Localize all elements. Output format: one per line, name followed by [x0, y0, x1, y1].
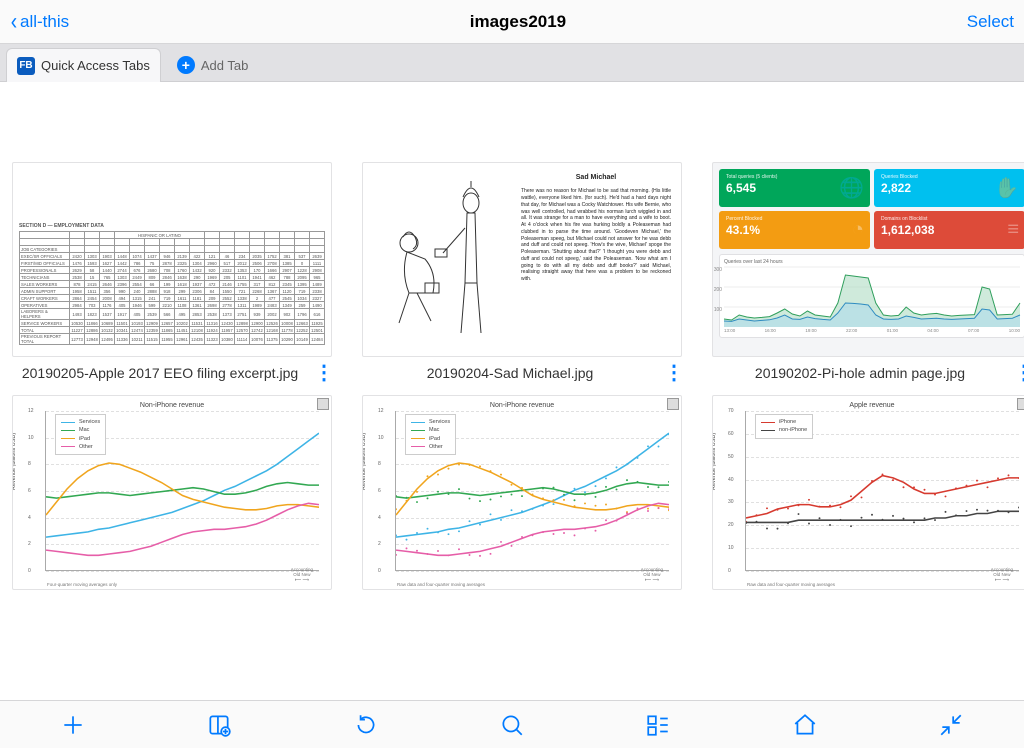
file-cell: Non-iPhone revenueRevenue (billions USD)… [8, 395, 336, 590]
chart-legend: ServicesMaciPadOther [405, 414, 456, 455]
home-button[interactable] [792, 712, 818, 738]
illustration [373, 173, 513, 343]
chart-legend: iPhonenon-iPhone [755, 414, 813, 439]
file-thumbnail[interactable]: Sad Michael There was no reason for Mich… [362, 162, 682, 357]
file-cell: Total queries (5 clients)6,545🌐Queries B… [708, 162, 1024, 381]
chevron-left-icon: ‹ [11, 10, 17, 34]
story-title: Sad Michael [521, 173, 671, 182]
file-thumbnail[interactable]: Non-iPhone revenueRevenue (billions USD)… [362, 395, 682, 590]
sort-button[interactable] [645, 712, 671, 738]
more-actions-button[interactable]: ⋮ [312, 369, 336, 377]
stat-card: Total queries (5 clients)6,545🌐 [719, 169, 870, 207]
add-tab-button[interactable]: + Add Tab [167, 48, 258, 82]
back-button[interactable]: ‹ all-this [10, 10, 69, 34]
pihole-chart: Queries over last 24 hours 300200100 13:… [719, 254, 1024, 338]
pihole-chart-title: Queries over last 24 hours [724, 259, 1020, 265]
pihole-cards: Total queries (5 clients)6,545🌐Queries B… [719, 169, 1024, 249]
pihole-xticks: 13:0016:0019:0022:0001:0004:0007:0010:00 [724, 328, 1020, 333]
svg-text:200: 200 [714, 287, 722, 293]
eeo-table: HISPANIC OR LATINOJOB CATEGORIESEXEC/SR … [19, 231, 325, 345]
bookmarks-button[interactable] [206, 712, 232, 738]
tab-quick-access[interactable]: FB Quick Access Tabs [6, 48, 161, 82]
back-label: all-this [20, 12, 69, 32]
stat-card: Domains on Blocklist1,612,038≡ [874, 211, 1024, 249]
file-name: 20190202-Pi-hole admin page.jpg [708, 365, 1012, 381]
file-thumbnail[interactable]: SECTION D — EMPLOYMENT DATA HISPANIC OR … [12, 162, 332, 357]
plus-circle-icon: + [177, 56, 195, 74]
chart-legend: ServicesMaciPadOther [55, 414, 106, 455]
collapse-button[interactable] [938, 712, 964, 738]
select-button[interactable]: Select [967, 12, 1014, 32]
search-button[interactable] [499, 712, 525, 738]
story-text: Sad Michael There was no reason for Mich… [521, 173, 671, 346]
file-thumbnail[interactable]: Non-iPhone revenueRevenue (billions USD)… [12, 395, 332, 590]
stat-card: Queries Blocked2,822✋ [874, 169, 1024, 207]
svg-text:300: 300 [714, 267, 722, 273]
bottom-toolbar [0, 700, 1024, 748]
file-thumbnail[interactable]: Total queries (5 clients)6,545🌐Queries B… [712, 162, 1024, 357]
file-cell: Apple revenueRevenue (billions USD)01020… [708, 395, 1024, 590]
more-actions-button[interactable]: ⋮ [1012, 369, 1024, 377]
page-title: images2019 [470, 12, 566, 32]
story-body: There was no reason for Michael to be sa… [521, 188, 671, 283]
author-avatar-icon [667, 398, 679, 410]
file-cell: SECTION D — EMPLOYMENT DATA HISPANIC OR … [8, 162, 336, 381]
file-name: 20190205-Apple 2017 EEO filing excerpt.j… [8, 365, 312, 381]
stat-card: Percent Blocked43.1%◔ [719, 211, 870, 249]
file-cell: Sad Michael There was no reason for Mich… [358, 162, 686, 381]
file-thumbnail[interactable]: Apple revenueRevenue (billions USD)01020… [712, 395, 1024, 590]
navbar: ‹ all-this images2019 Select [0, 0, 1024, 44]
file-grid: SECTION D — EMPLOYMENT DATA HISPANIC OR … [0, 82, 1024, 700]
author-avatar-icon [317, 398, 329, 410]
file-cell: Non-iPhone revenueRevenue (billions USD)… [358, 395, 686, 590]
file-name: 20190204-Sad Michael.jpg [358, 365, 662, 381]
filebrowser-app-icon: FB [17, 57, 35, 75]
author-avatar-icon [1017, 398, 1024, 410]
more-actions-button[interactable]: ⋮ [662, 369, 686, 377]
thumb-heading: SECTION D — EMPLOYMENT DATA [19, 223, 325, 229]
svg-text:100: 100 [714, 307, 722, 313]
tab-label: Quick Access Tabs [41, 58, 150, 73]
tabs-bar: FB Quick Access Tabs + Add Tab [0, 44, 1024, 82]
reload-button[interactable] [353, 712, 379, 738]
add-tab-label: Add Tab [201, 58, 248, 73]
new-button[interactable] [60, 712, 86, 738]
